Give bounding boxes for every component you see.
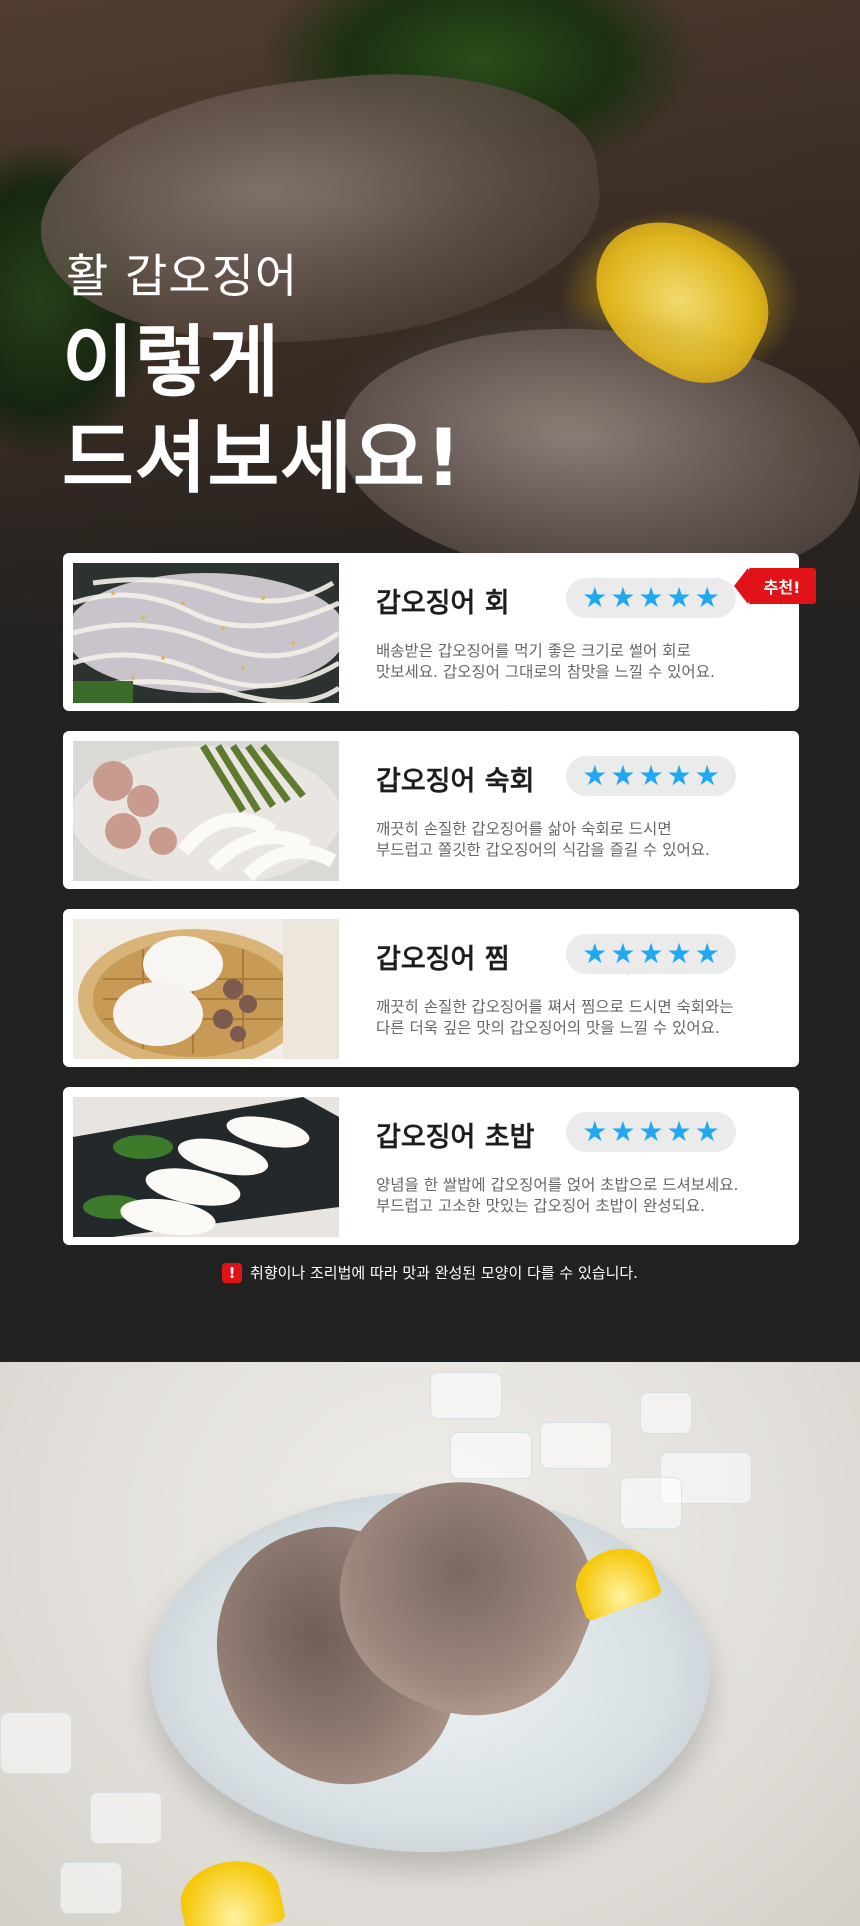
recipe-photo-hoe: [73, 563, 339, 703]
hero-subtitle: 활 갑오징어: [66, 249, 299, 303]
recipe-description-line-1: 깨끗히 손질한 갑오징어를 쪄서 찜으로 드시면 숙회와는: [376, 998, 734, 1016]
star-icon: ★: [638, 937, 664, 970]
star-icon: ★: [666, 1115, 692, 1148]
star-icon: ★: [666, 937, 692, 970]
recipe-description: 깨끗히 손질한 갑오징어를 삶아 숙회로 드시면 부드럽고 쫄깃한 갑오징어의 …: [376, 819, 786, 861]
recipe-description-line-2: 맛보세요. 갑오징어 그대로의 참맛을 느낄 수 있어요.: [376, 663, 715, 681]
rating-stars: ★ ★ ★ ★ ★: [566, 578, 736, 618]
star-icon: ★: [610, 1115, 636, 1148]
rating-stars: ★ ★ ★ ★ ★: [566, 1112, 736, 1152]
recipe-description: 배송받은 갑오징어를 먹기 좋은 크기로 썰어 회로 맛보세요. 갑오징어 그대…: [376, 641, 786, 683]
notice-text: 취향이나 조리법에 따라 맛과 완성된 모양이 다를 수 있습니다.: [250, 1264, 638, 1282]
recipe-description: 깨끗히 손질한 갑오징어를 쪄서 찜으로 드시면 숙회와는 다른 더욱 깊은 맛…: [376, 997, 786, 1039]
hero-title-line-2: 드셔보세요!: [62, 414, 463, 504]
star-icon: ★: [638, 759, 664, 792]
star-icon: ★: [638, 1115, 664, 1148]
ice-cube: [620, 1477, 682, 1529]
warning-icon: !: [222, 1262, 243, 1283]
star-icon: ★: [694, 937, 720, 970]
ice-cube: [450, 1432, 532, 1479]
recipe-name: 갑오징어 숙회: [376, 766, 535, 797]
notice: ! 취향이나 조리법에 따라 맛과 완성된 모양이 다를 수 있습니다.: [0, 1262, 860, 1283]
recipe-description-line-1: 배송받은 갑오징어를 먹기 좋은 크기로 썰어 회로: [376, 642, 691, 660]
star-icon: ★: [610, 581, 636, 614]
ice-cube: [640, 1392, 692, 1434]
recipe-description-line-2: 다른 더욱 깊은 맛의 갑오징어의 맛을 느낄 수 있어요.: [376, 1019, 720, 1037]
recipe-description-line-1: 깨끗히 손질한 갑오징어를 삶아 숙회로 드시면: [376, 820, 672, 838]
star-icon: ★: [610, 937, 636, 970]
recipe-photo-chobap: [73, 1097, 339, 1237]
recipe-name: 갑오징어 찜: [376, 944, 510, 975]
recipe-photo-jjim: [73, 919, 339, 1059]
recommend-badge: 추천!: [734, 568, 816, 604]
star-icon: ★: [638, 581, 664, 614]
recipe-description-line-2: 부드럽고 고소한 맛있는 갑오징어 초밥이 완성되요.: [376, 1197, 706, 1215]
star-icon: ★: [694, 1115, 720, 1148]
star-icon: ★: [666, 759, 692, 792]
recipe-photo-sukhoe: [73, 741, 339, 881]
product-photo-section: [0, 1362, 860, 1926]
star-icon: ★: [582, 581, 608, 614]
star-icon: ★: [694, 759, 720, 792]
star-icon: ★: [582, 759, 608, 792]
hero-title: 이렇게 드셔보세요!: [62, 315, 462, 507]
hero-title-line-1: 이렇게: [62, 318, 281, 408]
star-icon: ★: [610, 759, 636, 792]
star-icon: ★: [582, 937, 608, 970]
star-icon: ★: [666, 581, 692, 614]
recipe-card-sukhoe: 갑오징어 숙회 ★ ★ ★ ★ ★ 깨끗히 손질한 갑오징어를 삶아 숙회로 드…: [63, 731, 799, 889]
ice-cube: [60, 1862, 122, 1914]
recipe-description-line-2: 부드럽고 쫄깃한 갑오징어의 식감을 즐길 수 있어요.: [376, 841, 710, 859]
star-icon: ★: [582, 1115, 608, 1148]
rating-stars: ★ ★ ★ ★ ★: [566, 934, 736, 974]
recipe-card-chobap: 갑오징어 초밥 ★ ★ ★ ★ ★ 양념을 한 쌀밥에 갑오징어를 얹어 초밥으…: [63, 1087, 799, 1245]
rating-stars: ★ ★ ★ ★ ★: [566, 756, 736, 796]
recipe-description-line-1: 양념을 한 쌀밥에 갑오징어를 얹어 초밥으로 드셔보세요.: [376, 1176, 739, 1194]
lemon-wedge-image-2: [173, 1852, 287, 1926]
ice-cube: [430, 1372, 502, 1419]
ice-cube: [90, 1792, 162, 1844]
ice-cube: [540, 1422, 612, 1469]
recipe-name: 갑오징어 회: [376, 588, 510, 619]
recipe-card-hoe: 갑오징어 회 ★ ★ ★ ★ ★ 배송받은 갑오징어를 먹기 좋은 크기로 썰어…: [63, 553, 799, 711]
ice-cube: [0, 1712, 72, 1774]
recipe-name: 갑오징어 초밥: [376, 1122, 535, 1153]
star-icon: ★: [694, 581, 720, 614]
recipe-card-jjim: 갑오징어 찜 ★ ★ ★ ★ ★ 깨끗히 손질한 갑오징어를 쪄서 찜으로 드시…: [63, 909, 799, 1067]
recipe-description: 양념을 한 쌀밥에 갑오징어를 얹어 초밥으로 드셔보세요. 부드럽고 고소한 …: [376, 1175, 786, 1217]
